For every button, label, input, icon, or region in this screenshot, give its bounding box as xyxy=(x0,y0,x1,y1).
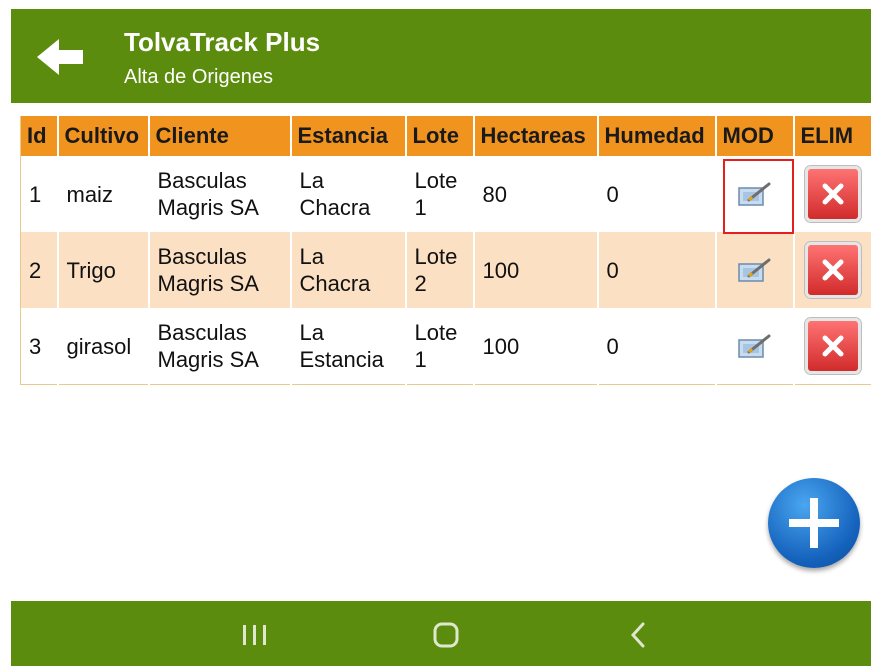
header-hectareas: Hectareas xyxy=(473,116,599,156)
edit-icon[interactable] xyxy=(737,256,773,284)
lote-line: Lote xyxy=(414,320,458,345)
cell-elim xyxy=(793,156,871,232)
cell-humedad: 0 xyxy=(597,232,717,308)
estancia-line: Chacra xyxy=(299,271,371,296)
cliente-line: Basculas xyxy=(157,168,247,193)
cell-cliente: Basculas Magris SA xyxy=(148,308,292,385)
estancia-line: La xyxy=(299,244,324,269)
cliente-line: Basculas xyxy=(157,244,247,269)
estancia-line: Estancia xyxy=(299,347,384,372)
screen-subtitle: Alta de Origenes xyxy=(124,66,273,88)
delete-icon xyxy=(822,183,843,205)
system-nav-bar xyxy=(11,601,871,666)
lote-line: 1 xyxy=(414,347,427,372)
estancia-line: Chacra xyxy=(299,195,371,220)
app-title: TolvaTrack Plus xyxy=(124,27,321,57)
plus-icon xyxy=(789,498,839,548)
header-estancia: Estancia xyxy=(290,116,407,156)
lote-line: Lote xyxy=(414,168,458,193)
header-humedad: Humedad xyxy=(597,116,717,156)
cell-mod xyxy=(715,232,795,308)
lote-line: 2 xyxy=(414,271,427,296)
cell-lote: Lote 1 xyxy=(405,156,475,232)
cell-cliente: Basculas Magris SA xyxy=(148,156,292,232)
cliente-line: Magris SA xyxy=(157,347,259,372)
cell-humedad: 0 xyxy=(597,308,717,385)
edit-icon[interactable] xyxy=(737,332,773,360)
recent-apps-icon[interactable] xyxy=(239,621,271,649)
cliente-line: Magris SA xyxy=(157,271,259,296)
app-bar: TolvaTrack Plus Alta de Origenes xyxy=(11,9,871,103)
estancia-line: La xyxy=(299,320,324,345)
delete-icon xyxy=(822,259,843,281)
table-header-row: Id Cultivo Cliente Estancia Lote Hectare… xyxy=(20,116,871,156)
delete-button[interactable] xyxy=(804,166,861,222)
cell-estancia: La Chacra xyxy=(290,156,407,232)
cell-hectareas: 80 xyxy=(473,156,599,232)
delete-button[interactable] xyxy=(804,242,861,298)
cell-hectareas: 100 xyxy=(473,232,599,308)
table-row: 1 maiz Basculas Magris SA La Chacra Lote 1 … xyxy=(20,156,871,232)
cliente-line: Basculas xyxy=(157,320,247,345)
header-elim: ELIM xyxy=(793,116,871,156)
add-button[interactable] xyxy=(768,478,860,568)
cell-cultivo: girasol xyxy=(57,308,150,385)
edit-icon[interactable] xyxy=(737,180,773,208)
cell-hectareas: 100 xyxy=(473,308,599,385)
header-mod: MOD xyxy=(715,116,795,156)
header-lote: Lote xyxy=(405,116,475,156)
delete-icon xyxy=(822,335,843,357)
cell-mod xyxy=(715,308,795,385)
cell-cultivo: maiz xyxy=(57,156,150,232)
cliente-line: Magris SA xyxy=(157,195,259,220)
header-id: Id xyxy=(20,116,59,156)
cell-elim xyxy=(793,308,871,385)
header-cliente: Cliente xyxy=(148,116,292,156)
cell-cliente: Basculas Magris SA xyxy=(148,232,292,308)
estancia-line: La xyxy=(299,168,324,193)
lote-line: 1 xyxy=(414,195,427,220)
cell-lote: Lote 1 xyxy=(405,308,475,385)
delete-button[interactable] xyxy=(804,318,861,374)
cell-estancia: La Estancia xyxy=(290,308,407,385)
header-cultivo: Cultivo xyxy=(57,116,150,156)
lote-line: Lote xyxy=(414,244,458,269)
table-row: 2 Trigo Basculas Magris SA La Chacra Lote 2… xyxy=(20,232,871,308)
cell-cultivo: Trigo xyxy=(57,232,150,308)
cell-id: 3 xyxy=(20,308,59,385)
cell-lote: Lote 2 xyxy=(405,232,475,308)
cell-estancia: La Chacra xyxy=(290,232,407,308)
origins-table: Id Cultivo Cliente Estancia Lote Hectare… xyxy=(20,116,871,385)
table-row: 3 girasol Basculas Magris SA La Estancia L… xyxy=(20,308,871,385)
cell-elim xyxy=(793,232,871,308)
cell-mod xyxy=(715,156,795,232)
cell-id: 1 xyxy=(20,156,59,232)
arrow-left-icon[interactable] xyxy=(35,37,91,77)
back-nav-icon[interactable] xyxy=(623,621,655,649)
cell-id: 2 xyxy=(20,232,59,308)
cell-humedad: 0 xyxy=(597,156,717,232)
home-icon[interactable] xyxy=(430,621,462,649)
